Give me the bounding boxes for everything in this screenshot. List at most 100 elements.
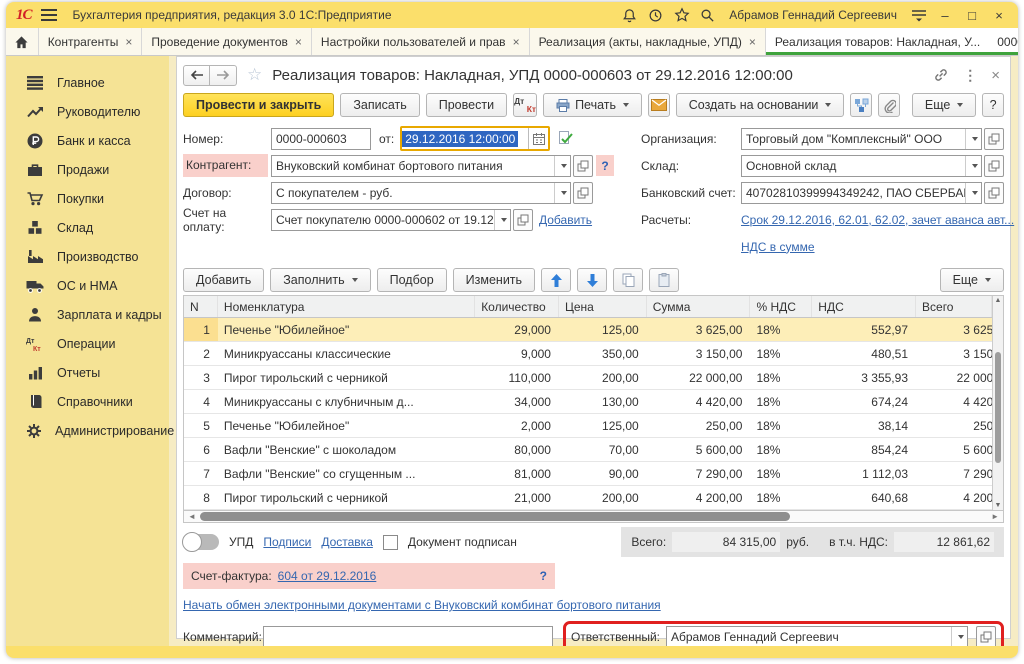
- cell-qty[interactable]: 2,000: [475, 414, 559, 437]
- cell-vat_pct[interactable]: 18%: [750, 366, 812, 389]
- calendar-icon[interactable]: [528, 128, 548, 149]
- payment-invoice-open-button[interactable]: [513, 209, 533, 231]
- dropdown-icon[interactable]: [554, 183, 570, 203]
- responsible-open-button[interactable]: [976, 626, 996, 648]
- attachments-button[interactable]: [878, 93, 900, 117]
- copy-rows-button[interactable]: [613, 268, 643, 292]
- sidebar-item-main[interactable]: Главное: [6, 68, 169, 97]
- number-field[interactable]: 0000-000603: [271, 128, 371, 150]
- cell-n[interactable]: 7: [184, 462, 218, 485]
- close-form-icon[interactable]: ×: [991, 67, 1000, 84]
- cell-name[interactable]: Миникруассаны классические: [218, 342, 475, 365]
- dropdown-icon[interactable]: [965, 129, 981, 149]
- sidebar-item-purchases[interactable]: Покупки: [6, 184, 169, 213]
- contractor-field[interactable]: Внуковский комбинат бортового питания: [271, 155, 571, 177]
- invoice-help[interactable]: ?: [540, 569, 547, 583]
- cell-n[interactable]: 8: [184, 486, 218, 509]
- add-row-button[interactable]: Добавить: [183, 268, 264, 292]
- table-row[interactable]: 7Вафли "Венские" со сгущенным ...81,0009…: [184, 462, 1003, 486]
- help-button[interactable]: ?: [982, 93, 1004, 117]
- cell-vat[interactable]: 674,24: [812, 390, 916, 413]
- tab-contractors[interactable]: Контрагенты×: [39, 28, 143, 55]
- delivery-link[interactable]: Доставка: [321, 535, 373, 549]
- cell-price[interactable]: 70,00: [559, 438, 647, 461]
- cell-n[interactable]: 6: [184, 438, 218, 461]
- cell-n[interactable]: 3: [184, 366, 218, 389]
- dropdown-icon[interactable]: [965, 183, 981, 203]
- post-and-close-button[interactable]: Провести и закрыть: [183, 93, 334, 117]
- dtkt-button[interactable]: ДтКт: [513, 93, 537, 117]
- column-header-total[interactable]: Всего: [916, 296, 992, 317]
- move-up-button[interactable]: [541, 268, 571, 292]
- horizontal-scrollbar[interactable]: ◄ ►: [183, 511, 1004, 523]
- cell-vat[interactable]: 640,68: [812, 486, 916, 509]
- move-down-button[interactable]: [577, 268, 607, 292]
- cell-n[interactable]: 1: [184, 318, 218, 341]
- organization-field[interactable]: Торговый дом "Комплексный" ООО: [741, 128, 982, 150]
- cell-vat[interactable]: 480,51: [812, 342, 916, 365]
- cell-name[interactable]: Пирог тирольский с черникой: [218, 486, 475, 509]
- cell-n[interactable]: 4: [184, 390, 218, 413]
- cell-qty[interactable]: 21,000: [475, 486, 559, 509]
- cell-price[interactable]: 125,00: [559, 414, 647, 437]
- organization-open-button[interactable]: [984, 128, 1004, 150]
- cell-name[interactable]: Вафли "Венские" со сгущенным ...: [218, 462, 475, 485]
- upd-toggle[interactable]: [183, 534, 219, 550]
- column-header-qty[interactable]: Количество: [475, 296, 559, 317]
- current-user[interactable]: Абрамов Геннадий Сергеевич: [729, 8, 897, 22]
- cell-name[interactable]: Печенье "Юбилейное": [218, 414, 475, 437]
- table-row[interactable]: 6Вафли "Венские" с шоколадом80,00070,005…: [184, 438, 1003, 462]
- table-row[interactable]: 3Пирог тирольский с черникой110,000200,0…: [184, 366, 1003, 390]
- tab-document-posting[interactable]: Проведение документов×: [142, 28, 312, 55]
- cell-vat[interactable]: 3 355,93: [812, 366, 916, 389]
- bank-account-field[interactable]: 40702810399994349242, ПАО СБЕРБАНК: [741, 182, 982, 204]
- cell-sum[interactable]: 3 150,00: [647, 342, 751, 365]
- notifications-bell-icon[interactable]: [621, 7, 638, 24]
- home-tab[interactable]: [6, 28, 39, 55]
- tab-current-document[interactable]: Реализация товаров: Накладная, У...0000-…: [766, 28, 1018, 55]
- tab-close-icon[interactable]: ×: [295, 35, 302, 49]
- main-menu-icon[interactable]: [41, 7, 58, 24]
- cell-vat_pct[interactable]: 18%: [750, 438, 812, 461]
- dropdown-icon[interactable]: [951, 627, 967, 647]
- cell-vat_pct[interactable]: 18%: [750, 462, 812, 485]
- scrollbar-thumb[interactable]: [200, 512, 790, 521]
- dropdown-icon[interactable]: [554, 156, 570, 176]
- cell-name[interactable]: Пирог тирольский с черникой: [218, 366, 475, 389]
- tab-close-icon[interactable]: ×: [749, 35, 756, 49]
- print-button[interactable]: Печать: [543, 93, 642, 117]
- document-signed-checkbox[interactable]: [383, 535, 398, 550]
- create-based-on-button[interactable]: Создать на основании: [676, 93, 845, 117]
- items-more-button[interactable]: Еще: [940, 268, 1004, 292]
- invoice-link[interactable]: 604 от 29.12.2016: [278, 569, 377, 583]
- maximize-button[interactable]: □: [963, 8, 981, 23]
- scrollbar-thumb[interactable]: [995, 352, 1001, 463]
- cell-qty[interactable]: 81,000: [475, 462, 559, 485]
- sidebar-item-reports[interactable]: Отчеты: [6, 358, 169, 387]
- cell-vat_pct[interactable]: 18%: [750, 414, 812, 437]
- scroll-left-icon[interactable]: ◄: [188, 511, 196, 522]
- cell-vat[interactable]: 854,24: [812, 438, 916, 461]
- responsible-field[interactable]: Абрамов Геннадий Сергеевич: [666, 626, 968, 648]
- cell-qty[interactable]: 34,000: [475, 390, 559, 413]
- bank-account-open-button[interactable]: [984, 182, 1004, 204]
- cell-sum[interactable]: 3 625,00: [647, 318, 751, 341]
- sidebar-item-bank-cash[interactable]: Банк и касса: [6, 126, 169, 155]
- table-row[interactable]: 1Печенье "Юбилейное"29,000125,003 625,00…: [184, 318, 1003, 342]
- cell-name[interactable]: Печенье "Юбилейное": [218, 318, 475, 341]
- cell-price[interactable]: 125,00: [559, 318, 647, 341]
- tab-sales-invoices[interactable]: Реализация (акты, накладные, УПД)×: [530, 28, 766, 55]
- tab-close-icon[interactable]: ×: [513, 35, 520, 49]
- comment-field[interactable]: [263, 626, 553, 648]
- cell-total[interactable]: 3 625,00: [916, 318, 992, 341]
- cell-price[interactable]: 350,00: [559, 342, 647, 365]
- copy-link-icon[interactable]: [933, 67, 949, 83]
- table-row[interactable]: 5Печенье "Юбилейное"2,000125,00250,0018%…: [184, 414, 1003, 438]
- scroll-up-icon[interactable]: ▲: [993, 297, 1003, 304]
- cell-sum[interactable]: 4 200,00: [647, 486, 751, 509]
- save-button[interactable]: Записать: [340, 93, 419, 117]
- cell-vat_pct[interactable]: 18%: [750, 486, 812, 509]
- forward-button[interactable]: [210, 65, 237, 86]
- column-header-sum[interactable]: Сумма: [647, 296, 751, 317]
- cell-price[interactable]: 130,00: [559, 390, 647, 413]
